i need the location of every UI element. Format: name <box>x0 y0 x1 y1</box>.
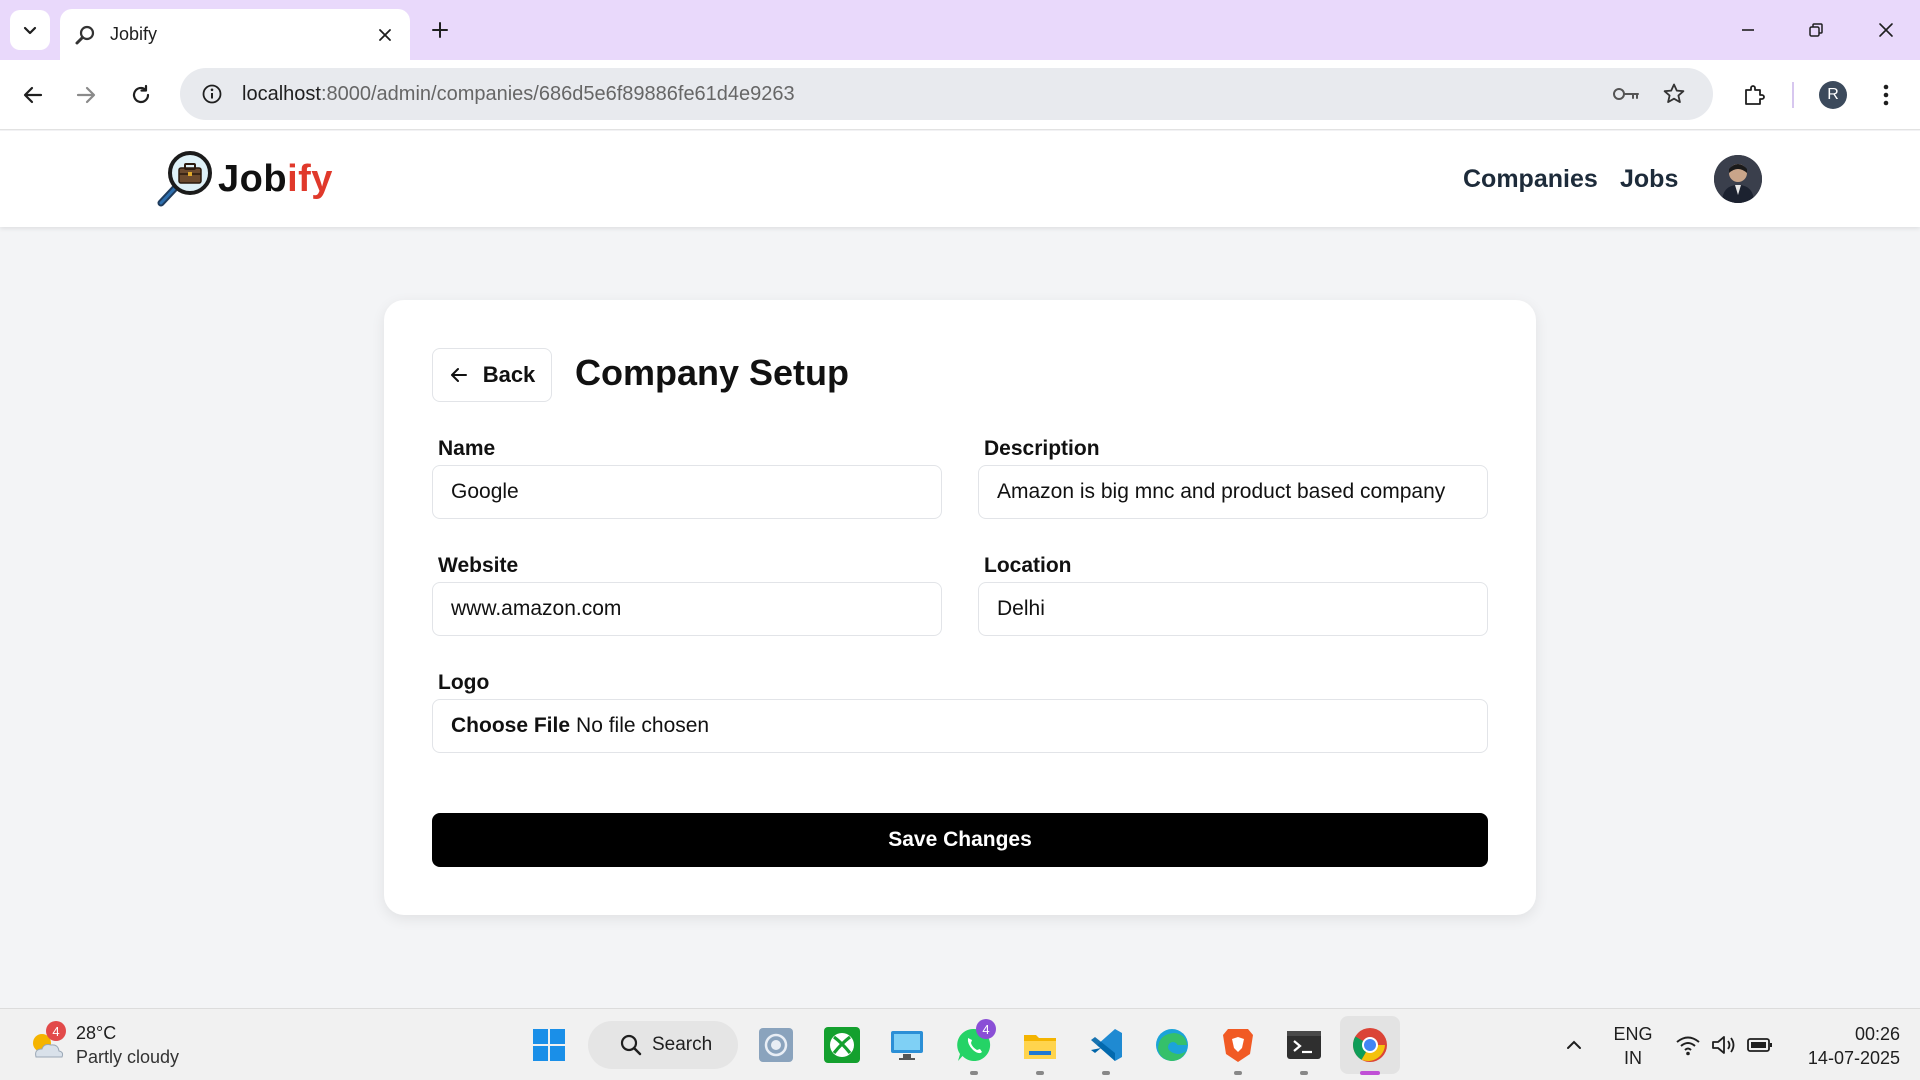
weather-badge: 4 <box>46 1021 66 1041</box>
profile-button[interactable]: R <box>1815 77 1851 113</box>
back-button[interactable]: Back <box>432 348 552 402</box>
search-label: Search <box>652 1034 713 1055</box>
clock[interactable]: 00:26 14-07-2025 <box>1790 1022 1900 1070</box>
terminal-icon[interactable] <box>1282 1023 1326 1075</box>
edge-icon[interactable] <box>1150 1023 1194 1067</box>
toolbar-separator <box>1792 82 1794 108</box>
browser-tab-active[interactable]: Jobify <box>60 9 410 60</box>
tab-title: Jobify <box>110 24 158 44</box>
arrow-right-icon <box>76 86 96 104</box>
browser-tabbar: Jobify <box>0 0 1920 60</box>
more-vertical-icon <box>1883 84 1889 106</box>
new-tab-button[interactable] <box>424 14 456 46</box>
name-label: Name <box>438 437 496 460</box>
battery-icon[interactable] <box>1738 1023 1782 1067</box>
brand-logo[interactable]: Jobify <box>156 149 333 209</box>
minimize-button[interactable] <box>1732 14 1764 46</box>
back-nav-button[interactable] <box>15 77 51 113</box>
location-label: Location <box>984 554 1072 577</box>
tab-search-button[interactable] <box>10 10 50 50</box>
taskbar-search[interactable]: Search <box>588 1021 738 1069</box>
website-input[interactable]: www.amazon.com <box>432 582 942 636</box>
xbox-icon[interactable] <box>820 1023 864 1067</box>
website-label: Website <box>438 554 519 577</box>
tray-overflow-chevron-up-icon[interactable] <box>1552 1023 1596 1067</box>
start-windows-icon[interactable] <box>527 1023 571 1067</box>
vscode-icon[interactable] <box>1084 1023 1128 1075</box>
name-input[interactable]: Google <box>432 465 942 519</box>
running-indicator <box>1300 1071 1308 1075</box>
windows-taskbar: 4 28°C Partly cloudy Search 4 ENG IN 00:… <box>0 1008 1920 1080</box>
running-indicator <box>1036 1071 1044 1075</box>
chevron-down-icon <box>23 26 37 35</box>
time-text: 00:26 <box>1854 1024 1900 1044</box>
bookmark-star-icon[interactable] <box>1656 76 1692 112</box>
forward-nav-button[interactable] <box>68 77 104 113</box>
running-indicator <box>970 1071 978 1075</box>
partly-cloudy-icon: 4 <box>24 1021 68 1067</box>
choose-file-button[interactable]: Choose File <box>451 714 570 738</box>
browser-toolbar: localhost:8000/admin/companies/686d5e6f8… <box>0 60 1920 130</box>
jobify-favicon-icon <box>75 25 95 44</box>
password-key-icon[interactable] <box>1608 76 1644 112</box>
logo-file-input[interactable]: Choose File No file chosen <box>432 699 1488 753</box>
whatsapp-badge: 4 <box>976 1019 996 1039</box>
reload-icon <box>132 84 150 104</box>
close-window-button[interactable] <box>1870 14 1902 46</box>
logo-label: Logo <box>438 671 490 694</box>
close-tab-icon[interactable] <box>374 24 396 46</box>
arrow-left-icon <box>450 368 467 382</box>
nav-link-jobs[interactable]: Jobs <box>1620 165 1678 194</box>
user-avatar[interactable] <box>1714 155 1762 203</box>
file-explorer-icon[interactable] <box>1018 1023 1062 1075</box>
reload-button[interactable] <box>123 77 159 113</box>
location-input[interactable]: Delhi <box>978 582 1488 636</box>
back-button-label: Back <box>482 362 536 387</box>
description-input[interactable]: Amazon is big mnc and product based comp… <box>978 465 1488 519</box>
puzzle-icon <box>1745 85 1765 105</box>
arrow-left-icon <box>23 86 43 104</box>
running-indicator <box>1360 1071 1380 1075</box>
profile-avatar: R <box>1819 81 1847 109</box>
language-indicator[interactable]: ENG IN <box>1608 1022 1658 1070</box>
close-icon <box>1879 23 1893 37</box>
file-status-text: No file chosen <box>576 714 710 737</box>
company-setup-card: Back Company Setup Name Google Descripti… <box>384 300 1536 915</box>
extensions-button[interactable] <box>1736 77 1772 113</box>
weather-widget[interactable]: 4 28°C Partly cloudy <box>24 1021 179 1069</box>
running-indicator <box>1102 1071 1110 1075</box>
minimize-icon <box>1742 29 1754 31</box>
description-label: Description <box>984 437 1100 460</box>
save-changes-button[interactable]: Save Changes <box>432 813 1488 867</box>
plus-icon <box>432 22 448 38</box>
magnifier-briefcase-logo-icon <box>157 151 212 207</box>
restore-button[interactable] <box>1800 14 1832 46</box>
running-indicator <box>1234 1071 1242 1075</box>
search-icon <box>620 1034 642 1056</box>
remote-desktop-icon[interactable] <box>885 1023 929 1067</box>
address-bar[interactable]: localhost:8000/admin/companies/686d5e6f8… <box>180 68 1713 120</box>
url-text: localhost:8000/admin/companies/686d5e6f8… <box>242 82 795 105</box>
weather-condition-text: Partly cloudy <box>76 1047 180 1067</box>
temperature-text: 28°C <box>76 1023 117 1043</box>
date-text: 14-07-2025 <box>1807 1048 1900 1068</box>
brand-name: Jobify <box>218 157 333 200</box>
nav-link-companies[interactable]: Companies <box>1463 165 1598 194</box>
browser-menu-button[interactable] <box>1868 77 1904 113</box>
site-info-icon[interactable] <box>194 76 230 112</box>
restore-icon <box>1809 23 1823 37</box>
app-navbar: Jobify Companies Jobs <box>0 131 1920 227</box>
brave-icon[interactable] <box>1216 1023 1260 1075</box>
whatsapp-icon[interactable]: 4 <box>952 1019 996 1075</box>
chrome-icon[interactable] <box>1348 1023 1392 1075</box>
taskbar-app-icon[interactable] <box>754 1023 798 1067</box>
page-title: Company Setup <box>575 352 850 393</box>
